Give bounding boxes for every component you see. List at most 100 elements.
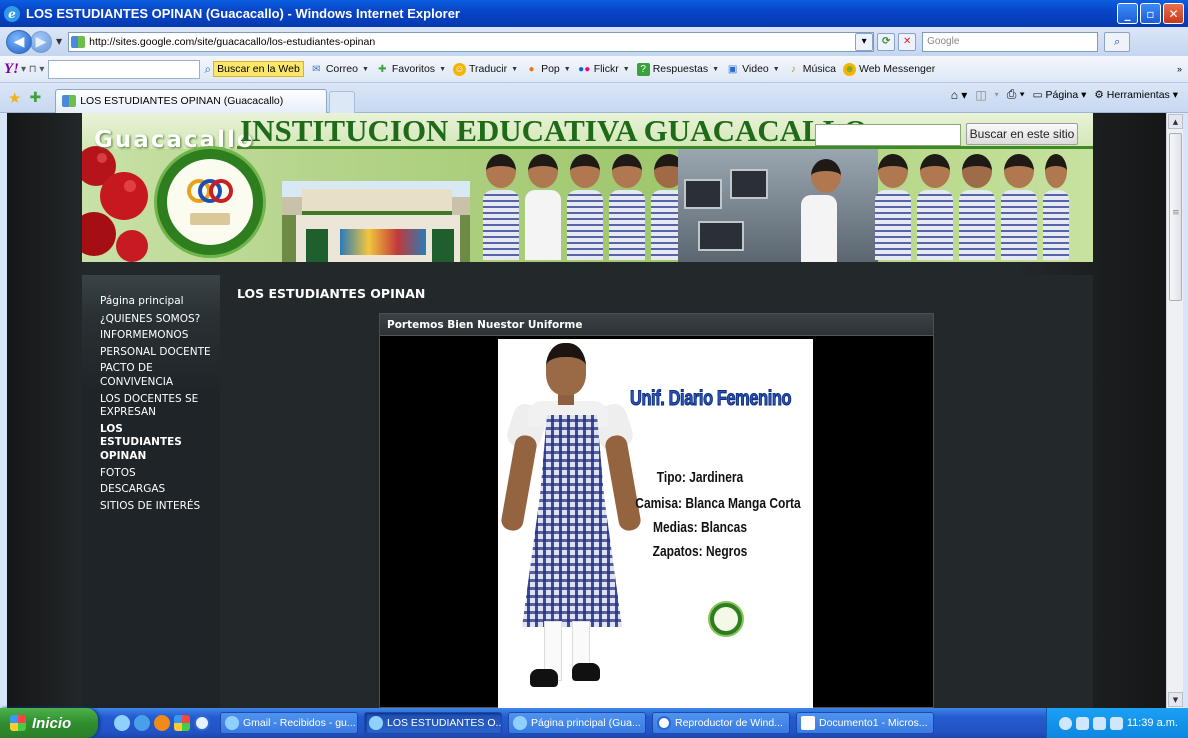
start-button[interactable]: Inicio [0, 708, 98, 738]
sidebar-item-informemonos[interactable]: INFORMEMONOS [100, 329, 215, 343]
refresh-button[interactable]: ⟳ [877, 32, 896, 51]
sidebar-item-docentes-expresan[interactable]: LOS DOCENTES SE EXPRESAN [100, 393, 215, 420]
toolbar-item-correo[interactable]: ✉ Correo ▼ [310, 63, 369, 76]
volume-icon[interactable] [1092, 716, 1106, 730]
sidebar-item-estudiantes-opinan[interactable]: LOS ESTUDIANTES OPINAN [100, 423, 182, 464]
media-player-icon [657, 716, 671, 730]
toolbar-item-label: Traducir [469, 63, 508, 75]
toolbar-item-label: Pop [541, 63, 560, 75]
page-menu[interactable]: ▭ Página ▾ [1033, 89, 1087, 101]
sidebar-item-descargas[interactable]: DESCARGAS [100, 483, 215, 497]
toolbar-item-label: Flickr [593, 63, 619, 75]
site-search-button[interactable]: Buscar en este sitio [966, 123, 1078, 145]
taskbar-item-gmail[interactable]: Gmail - Recibidos - gu... [220, 712, 358, 734]
favorites-star-icon[interactable]: ★ [8, 89, 21, 107]
poster-line-camisa: Camisa: Blanca Manga Corta [635, 495, 801, 512]
sidebar-item-quienes-somos[interactable]: ¿QUIENES SOMOS? [100, 313, 215, 327]
yahoo-toolbar: Y! ▾ ⊓ ▾ ⌕ Buscar en la Web ✉ Correo ▼ ✚ Fa… [0, 56, 1188, 83]
site-favicon-icon [62, 95, 77, 107]
taskbar-item-label: Gmail - Recibidos - gu... [243, 717, 356, 729]
ie-icon [225, 716, 239, 730]
toolbar-item-video[interactable]: ▣ Video ▼ [726, 63, 780, 76]
pop-icon: ● [528, 63, 535, 75]
tools-menu-label: Herramientas [1106, 88, 1170, 101]
ie7-quicklaunch-icon[interactable] [134, 715, 150, 731]
poster-heading: Unif. Diario Femenino [630, 387, 792, 411]
site-search-input[interactable] [815, 124, 961, 146]
poster-line-medias: Medias: Blancas [652, 519, 748, 536]
network-icon[interactable] [1075, 716, 1089, 730]
translate-icon: ☺ [453, 62, 466, 76]
toolbar-item-label: Web Messenger [858, 63, 936, 75]
stop-button[interactable]: ✕ [898, 32, 917, 51]
scroll-down-icon[interactable]: ▼ [1168, 692, 1183, 707]
back-button[interactable]: ◀ [6, 29, 32, 54]
toolbar-item-flickr[interactable]: ● ● Flickr ▼ [578, 63, 630, 76]
flickr-icon: ● ● [578, 63, 591, 75]
sidebar-item-sitios-de-interes[interactable]: SITIOS DE INTERÉS [100, 500, 215, 514]
new-tab-button[interactable] [329, 90, 356, 113]
computer-lab-image [678, 149, 878, 262]
yahoo-search-button[interactable]: Buscar en la Web [213, 61, 304, 77]
school-building-image [282, 181, 470, 262]
gadget-title: Portemos Bien Nuestor Uniforme [380, 314, 933, 336]
title-bar: e LOS ESTUDIANTES OPINAN (Guacacallo) - … [0, 0, 1188, 27]
taskbar-item-pagina-principal[interactable]: Página principal (Gua... [508, 712, 646, 734]
close-button[interactable]: ✕ [1163, 3, 1184, 24]
toolbar-item-label: Música [802, 63, 836, 75]
add-favorite-icon[interactable]: ✚ [29, 90, 41, 106]
address-bar: ◀ ▶ ▼ http://sites.google.com/site/guaca… [0, 27, 1188, 56]
sidebar: Página principal ¿QUIENES SOMOS? INFORME… [82, 275, 220, 708]
url-text: http://sites.google.com/site/guacacallo/… [89, 35, 376, 48]
vertical-scrollbar[interactable]: ▲ ▼ [1166, 113, 1183, 708]
url-dropdown-icon[interactable]: ▾ [855, 32, 874, 51]
tray-arrow-icon[interactable] [1058, 716, 1072, 730]
taskbar-item-media-player[interactable]: Reproductor de Wind... [652, 712, 790, 734]
tab-active[interactable]: LOS ESTUDIANTES OPINAN (Guacacallo) [55, 88, 328, 113]
tools-menu[interactable]: ⚙ Herramientas ▾ [1094, 89, 1178, 101]
toolbar-item-traducir[interactable]: ☺ Traducir ▼ [453, 62, 518, 76]
search-icon[interactable]: ⌕ [1104, 31, 1131, 52]
url-field[interactable]: http://sites.google.com/site/guacacallo/… [68, 31, 875, 52]
scroll-up-icon[interactable]: ▲ [1168, 114, 1183, 129]
search-icon[interactable]: ⌕ [204, 62, 211, 77]
toolbar-item-pop[interactable]: ● Pop ▼ [525, 63, 571, 76]
site-title: INSTITUCION EDUCATIVA GUACACALLO [240, 113, 868, 148]
taskbar-item-word[interactable]: Documento1 - Micros... [796, 712, 934, 734]
desktop-quicklaunch-icon[interactable] [174, 715, 190, 731]
scroll-thumb[interactable] [1169, 133, 1182, 301]
gear-icon: ⚙ [1094, 88, 1104, 101]
toolbar-item-messenger[interactable]: ☻ Web Messenger [842, 62, 936, 76]
yahoo-logo-icon[interactable]: Y! [4, 61, 19, 78]
school-logo-icon [708, 601, 744, 637]
media-quicklaunch-icon[interactable] [194, 715, 210, 731]
google-search-input[interactable]: Google [922, 31, 1099, 52]
content-area: Página principal ¿QUIENES SOMOS? INFORME… [82, 275, 1093, 708]
firefox-quicklaunch-icon[interactable] [154, 715, 170, 731]
music-icon: ♪ [790, 63, 796, 75]
yahoo-search-input[interactable] [48, 59, 201, 79]
history-dropdown-icon[interactable]: ▼ [56, 37, 62, 46]
feeds-icon[interactable]: ◫ [975, 88, 986, 102]
sidebar-item-pacto-de-convivencia[interactable]: PACTO DE CONVIVENCIA [100, 362, 215, 389]
sidebar-item-personal-docente[interactable]: PERSONAL DOCENTE [100, 346, 215, 360]
toolbar-item-favoritos[interactable]: ✚ Favoritos ▼ [376, 63, 446, 76]
sidebar-item-fotos[interactable]: FOTOS [100, 467, 215, 481]
maximize-button[interactable]: ▫ [1140, 3, 1161, 24]
home-icon[interactable]: ⌂ ▾ [951, 88, 968, 102]
monitor-icon[interactable] [1109, 716, 1123, 730]
toolbar-item-musica[interactable]: ♪ Música [787, 63, 836, 76]
forward-button[interactable]: ▶ [30, 30, 52, 53]
taskbar-item-estudiantes[interactable]: LOS ESTUDIANTES O... [364, 712, 502, 734]
toolbar-overflow-icon[interactable]: » [1177, 64, 1182, 74]
favorites-icon: ✚ [378, 63, 387, 75]
sidebar-item-pagina-principal[interactable]: Página principal [100, 295, 215, 309]
students-group-image [480, 149, 690, 262]
toolbar-item-respuestas[interactable]: ? Respuestas ▼ [636, 62, 719, 76]
image-gadget: Portemos Bien Nuestor Uniforme Unif. Dia… [379, 313, 934, 708]
print-icon[interactable]: ⎙ ▾ [1007, 87, 1025, 102]
ie-quicklaunch-icon[interactable] [114, 715, 130, 731]
minimize-button[interactable]: _ [1117, 3, 1138, 24]
uniform-poster[interactable]: Unif. Diario Femenino Tipo: Jardinera Ca… [498, 339, 813, 708]
yahoo-menu-icon[interactable]: ▾ ⊓ ▾ [21, 64, 44, 75]
